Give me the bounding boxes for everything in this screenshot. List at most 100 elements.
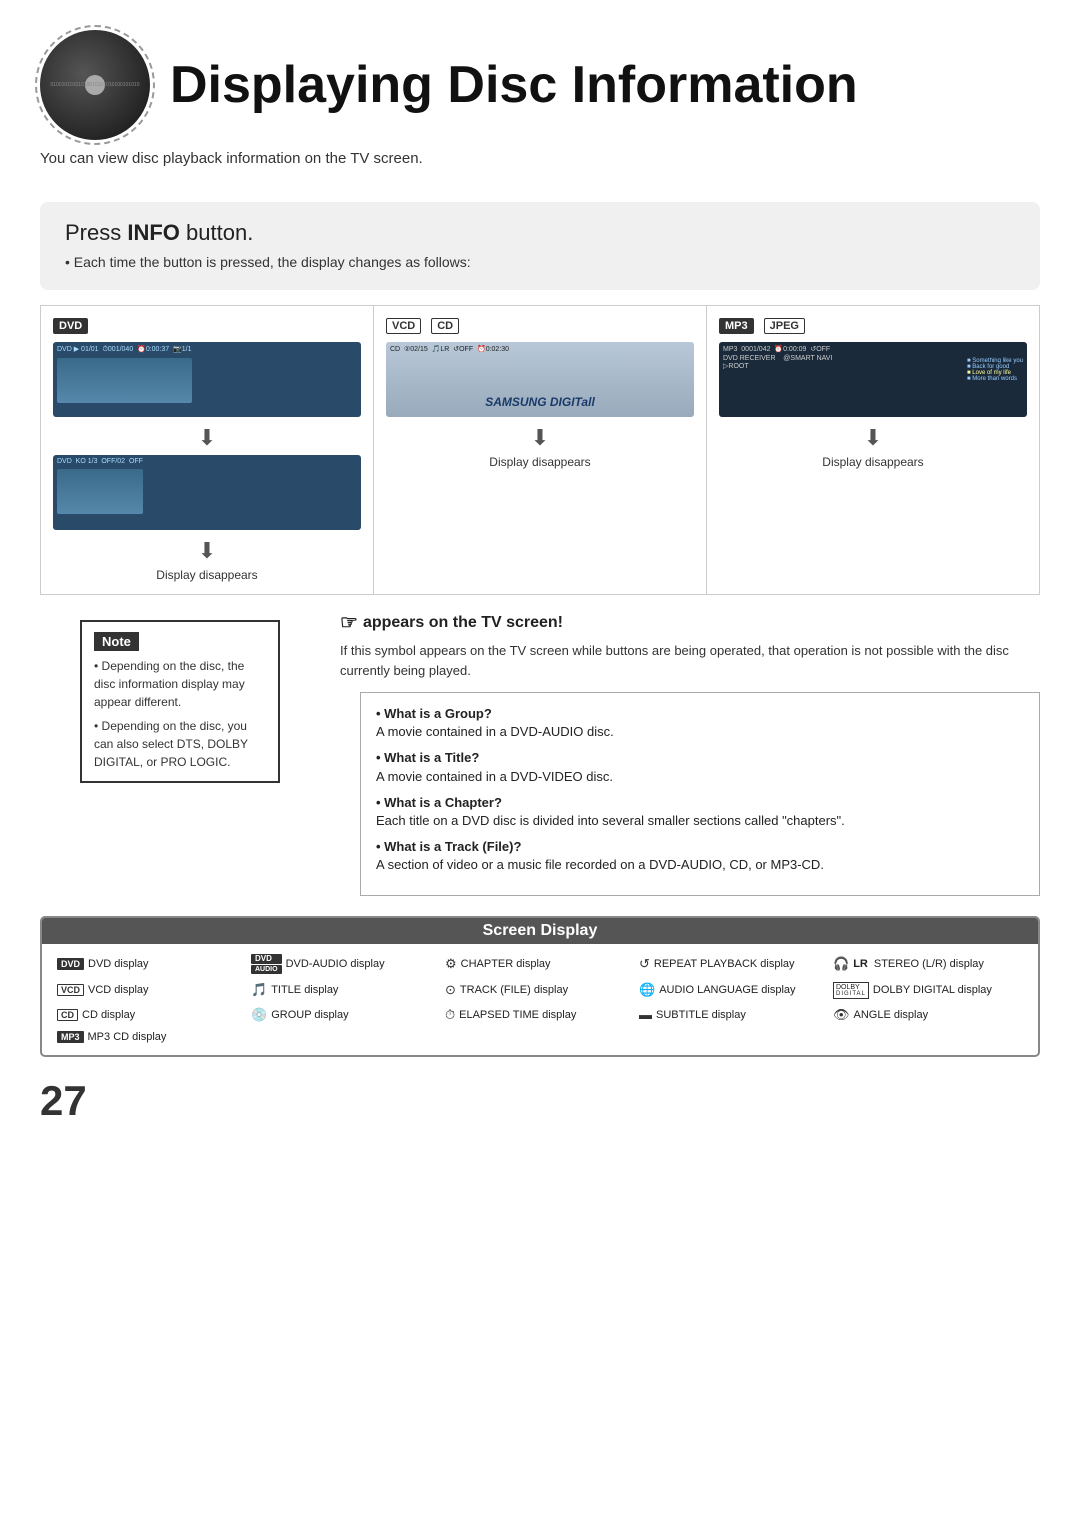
display-dvd-audio: DVD AUDIO DVD-AUDIO display [251,954,441,974]
note-header: Note [94,632,139,651]
mp3-display-badge: MP3 [57,1031,84,1043]
subtitle-display-label: SUBTITLE display [656,1009,746,1021]
vcd-display-disappears: Display disappears [386,455,694,469]
dolby-badge-top: DOLBY [836,984,866,991]
mp3-info: MP3 0001/042 ⏰0:00:09 ↺OFF DVD RECEIVER … [723,345,832,370]
screen-display-section: Screen Display DVD DVD display DVD AUDIO… [40,916,1040,1057]
dvd-display-disappears: Display disappears [53,568,361,582]
vcd-badge: VCD [386,318,421,334]
dvd-screen1: DVD ▶ 01/01 ⏱001/040 ⏰0:00:37 📷1/1 [53,342,361,417]
info-section: Press INFO button. Each time the button … [40,202,1040,290]
what-is-title: • What is a Title? A movie contained in … [376,749,1024,785]
vcd-panel-label: VCD CD [386,318,694,334]
vcd-display-label: VCD display [88,984,149,996]
mp3-display-disappears: Display disappears [719,455,1027,469]
display-cd: CD CD display [57,1007,247,1023]
display-dolby: DOLBY DIGITAL DOLBY DIGITAL display [833,982,1023,999]
mp3-badge: MP3 [719,318,754,334]
disc-icon: 01001010101010010101010100101010 [40,30,150,140]
tv-appears-title: ☞ appears on the TV screen! [340,610,1040,635]
elapsed-display-label: ELAPSED TIME display [459,1009,576,1021]
dvd-audio-badge-bottom: AUDIO [251,965,282,974]
info-suffix: button. [180,220,253,245]
cd-badge: CD [431,318,459,334]
vcd-screen-info: CD ②02/15 🎵LR ↺OFF ⏰0:02:30 [390,345,509,353]
samsung-logo: SAMSUNG DIGITall [485,395,595,409]
display-repeat: ↺ REPEAT PLAYBACK display [639,954,829,974]
dvd-panel: DVD DVD ▶ 01/01 ⏱001/040 ⏰0:00:37 📷1/1 ⬇… [41,306,374,594]
display-elapsed: ⏱ ELAPSED TIME display [445,1007,635,1023]
display-stereo: 🎧 LR STEREO (L/R) display [833,954,1023,974]
angle-display-label: ANGLE display [854,1009,929,1021]
repeat-display-label: REPEAT PLAYBACK display [654,958,795,970]
audio-language-display-label: AUDIO LANGUAGE display [659,984,795,996]
vcd-panel: VCD CD CD ②02/15 🎵LR ↺OFF ⏰0:02:30 SAMSU… [374,306,707,594]
tv-appears-section: ☞ appears on the TV screen! If this symb… [340,610,1040,680]
info-title-text: Press [65,220,127,245]
dvd-badge: DVD [53,318,88,334]
display-vcd: VCD VCD display [57,982,247,999]
hand-icon: ☞ [340,610,358,635]
note-text: • Depending on the disc, the disc inform… [94,657,266,771]
page-header: 01001010101010010101010100101010 Display… [0,0,1080,150]
dvd-screen2: DVD KO 1/3 OFF/02 OFF [53,455,361,530]
note-section: Note • Depending on the disc, the disc i… [80,620,280,783]
audio-language-icon: 🌐 [639,982,655,998]
what-is-group-text: A movie contained in a DVD-AUDIO disc. [376,724,614,739]
note-item-1: • Depending on the disc, the disc inform… [94,657,266,711]
display-audio-language: 🌐 AUDIO LANGUAGE display [639,982,829,999]
dvd-screen1-info: DVD ▶ 01/01 ⏱001/040 ⏰0:00:37 📷1/1 [57,345,192,403]
dolby-display-label: DOLBY DIGITAL display [873,984,992,996]
what-is-title-label: • What is a Title? [376,750,479,765]
subtitle-icon: ▬ [639,1007,652,1022]
title-display-label: TITLE display [271,984,338,996]
repeat-icon: ↺ [639,956,650,972]
display-panels: DVD DVD ▶ 01/01 ⏱001/040 ⏰0:00:37 📷1/1 ⬇… [40,305,1040,595]
vcd-screen: CD ②02/15 🎵LR ↺OFF ⏰0:02:30 SAMSUNG DIGI… [386,342,694,417]
info-bold: INFO [127,220,180,245]
mp3-panel: MP3 JPEG MP3 0001/042 ⏰0:00:09 ↺OFF DVD … [707,306,1039,594]
note-container: Note • Depending on the disc, the disc i… [40,610,320,896]
track-icon: ⊙ [445,982,456,998]
screen-display-title: Screen Display [42,918,1038,944]
cd-display-badge: CD [57,1009,78,1021]
dolby-badge: DOLBY DIGITAL [833,982,869,999]
tv-what-container: ☞ appears on the TV screen! If this symb… [340,610,1040,896]
dvd-audio-badge-top: DVD [251,954,282,964]
page-subtitle: You can view disc playback information o… [0,150,1080,187]
dolby-badge-bottom: DIGITAL [836,991,866,997]
stereo-display-label: STEREO (L/R) display [874,958,984,970]
what-is-group-label: • What is a Group? [376,706,492,721]
display-mp3: MP3 MP3 CD display [57,1031,247,1043]
what-is-chapter-text: Each title on a DVD disc is divided into… [376,813,845,828]
elapsed-icon: ⏱ [445,1007,455,1023]
page-number: 27 [0,1067,1080,1145]
display-group: 💿 GROUP display [251,1007,441,1023]
display-subtitle: ▬ SUBTITLE display [639,1007,829,1023]
what-is-track: • What is a Track (File)? A section of v… [376,838,1024,874]
dvd-screen2-info: DVD KO 1/3 OFF/02 OFF [57,458,143,514]
mp3-panel-label: MP3 JPEG [719,318,1027,334]
dvd-audio-display-label: DVD-AUDIO display [286,958,385,970]
what-is-section: • What is a Group? A movie contained in … [360,692,1040,896]
main-content-row: Note • Depending on the disc, the disc i… [40,610,1040,896]
title-icon: 🎵 [251,982,267,998]
tv-appears-title-text: appears on the TV screen! [363,614,563,632]
mp3-arrow: ⬇ [719,425,1027,451]
page-title: Displaying Disc Information [170,55,858,115]
cd-display-label: CD display [82,1009,135,1021]
dvd-arrow2: ⬇ [53,538,361,564]
stereo-icon: 🎧 [833,956,849,972]
vcd-display-badge: VCD [57,984,84,996]
screen-display-grid: DVD DVD display DVD AUDIO DVD-AUDIO disp… [57,954,1023,1043]
what-is-title-text: A movie contained in a DVD-VIDEO disc. [376,769,613,784]
mp3-display-label: MP3 CD display [88,1031,167,1043]
chapter-icon: ⚙ [445,956,457,972]
display-track: ⊙ TRACK (FILE) display [445,982,635,999]
note-item-2: • Depending on the disc, you can also se… [94,717,266,771]
display-dvd: DVD DVD display [57,954,247,974]
display-chapter: ⚙ CHAPTER display [445,954,635,974]
vcd-arrow: ⬇ [386,425,694,451]
dvd-display-label: DVD display [88,958,149,970]
lr-label: LR [853,958,868,970]
